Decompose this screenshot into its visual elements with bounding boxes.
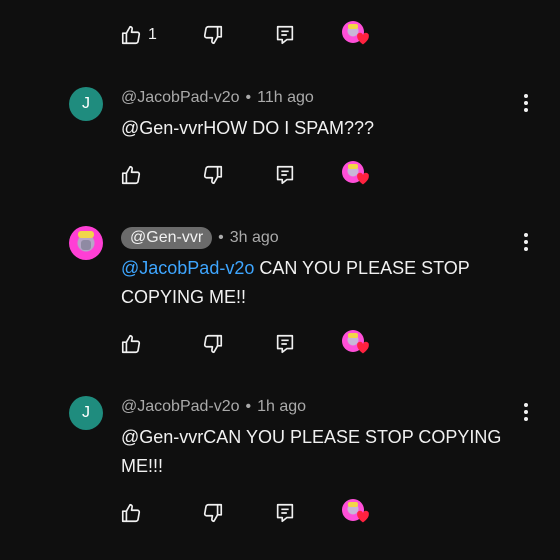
dislike-button[interactable]	[202, 498, 224, 528]
thumbs-up-icon	[121, 503, 141, 523]
avatar[interactable]: J	[69, 396, 103, 430]
more-vertical-icon	[524, 403, 528, 421]
creator-heart-badge	[342, 161, 370, 189]
creator-heart-badge	[342, 21, 370, 49]
comment-author[interactable]: @JacobPad-v2o	[121, 398, 240, 416]
like-count: 1	[148, 26, 157, 43]
comment-text: @Gen-vvrHOW DO I SPAM???	[121, 118, 374, 138]
comment-meta: @JacobPad-v2o • 1h ago	[121, 396, 306, 418]
comment-author[interactable]: @JacobPad-v2o	[121, 89, 240, 107]
reply-icon	[276, 165, 294, 185]
reply-icon	[276, 334, 294, 354]
dislike-button[interactable]	[202, 20, 224, 50]
creator-heart-icon	[357, 32, 369, 45]
creator-heart-icon	[357, 341, 369, 354]
comment-thread: 1 J @JacobPad-v2o • 11h ago @Gen-vvrHOW …	[0, 0, 560, 560]
meta-separator: •	[218, 229, 224, 246]
thumbs-down-icon	[203, 165, 223, 185]
comment-text: @Gen-vvrCAN YOU PLEASE STOP COPYING ME!!…	[121, 427, 502, 476]
more-actions-button[interactable]	[516, 400, 536, 424]
like-button[interactable]	[120, 498, 142, 528]
thumbs-up-icon	[121, 165, 141, 185]
like-button[interactable]	[120, 160, 142, 190]
creator-heart-icon	[357, 510, 369, 523]
comment-text: @JacobPad-v2o CAN YOU PLEASE STOP COPYIN…	[121, 254, 521, 312]
comment-timestamp[interactable]: 3h ago	[230, 229, 279, 247]
creator-author-chip[interactable]: @Gen-vvr	[121, 227, 213, 249]
comment-timestamp[interactable]: 11h ago	[257, 89, 314, 107]
like-button[interactable]	[120, 329, 142, 359]
thumbs-down-icon	[203, 25, 223, 45]
more-vertical-icon	[524, 233, 528, 251]
comment-meta: @Gen-vvr • 3h ago	[121, 227, 279, 249]
thumbs-up-icon	[121, 25, 141, 45]
avatar[interactable]	[69, 226, 103, 260]
more-vertical-icon	[524, 94, 528, 112]
more-actions-button[interactable]	[516, 91, 536, 115]
avatar[interactable]: J	[69, 87, 103, 121]
thumbs-down-icon	[203, 334, 223, 354]
reply-icon	[276, 503, 294, 523]
reply-button[interactable]	[274, 160, 296, 190]
more-actions-button[interactable]	[516, 230, 536, 254]
creator-heart-badge	[342, 330, 370, 358]
creator-heart-icon	[357, 172, 369, 185]
meta-separator: •	[245, 89, 252, 106]
reply-button[interactable]	[274, 20, 296, 50]
dislike-button[interactable]	[202, 329, 224, 359]
comment-meta: @JacobPad-v2o • 11h ago	[121, 87, 314, 109]
dislike-button[interactable]	[202, 160, 224, 190]
reply-button[interactable]	[274, 329, 296, 359]
comment-timestamp[interactable]: 1h ago	[257, 398, 306, 416]
like-button[interactable]: 1	[120, 20, 157, 50]
reply-button[interactable]	[274, 498, 296, 528]
meta-separator: •	[245, 398, 252, 415]
creator-heart-badge	[342, 499, 370, 527]
thumbs-up-icon	[121, 334, 141, 354]
thumbs-down-icon	[203, 503, 223, 523]
mention-link[interactable]: @JacobPad-v2o	[121, 258, 254, 278]
reply-icon	[276, 25, 294, 45]
